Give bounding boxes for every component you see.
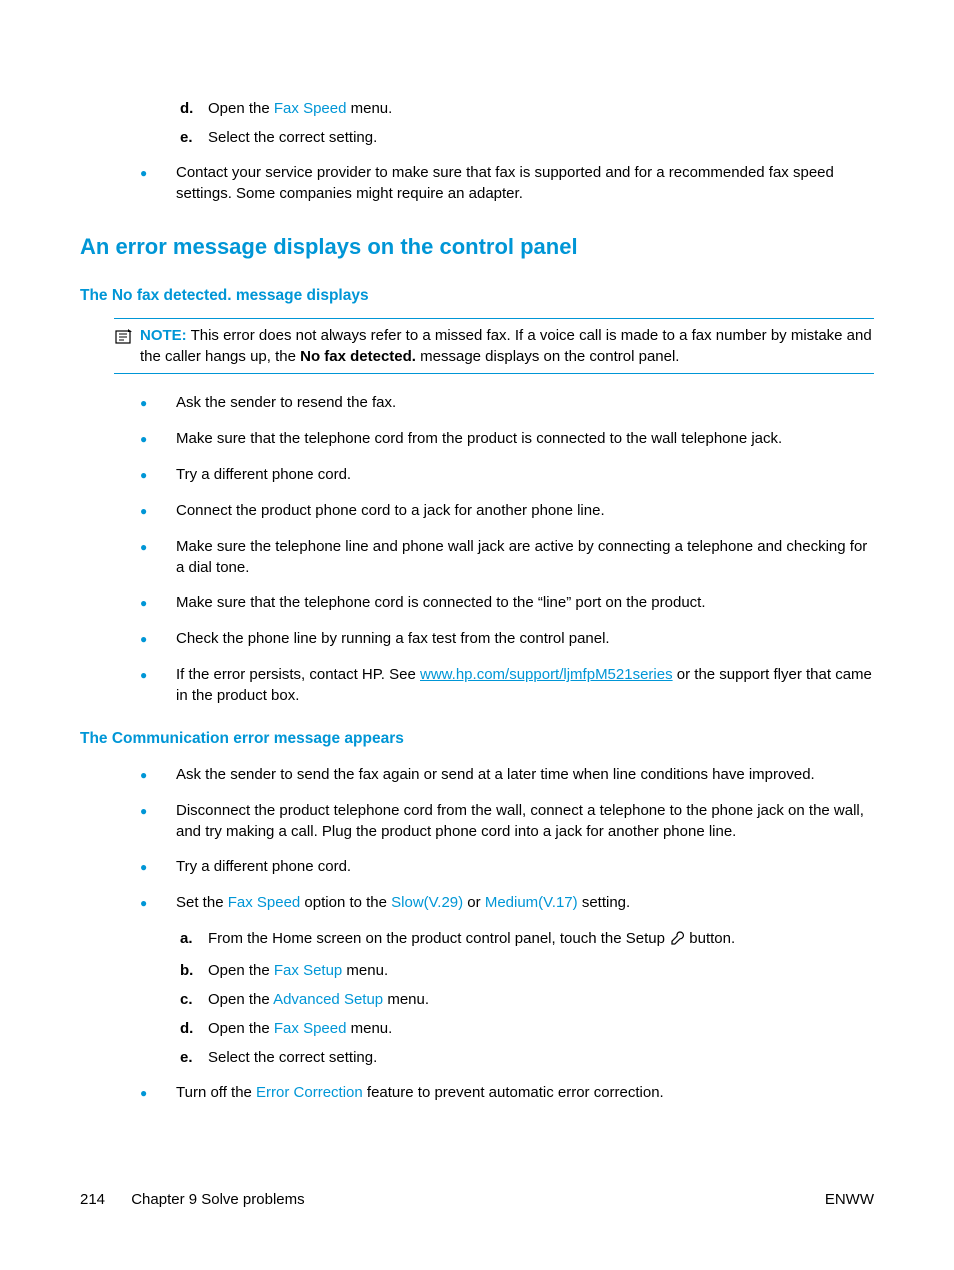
list-text: Contact your service provider to make su…	[176, 162, 874, 204]
bullet-icon: ●	[140, 536, 176, 578]
bullet-icon: ●	[140, 464, 176, 486]
step-marker: d.	[180, 1018, 208, 1039]
list-item: ●Make sure the telephone line and phone …	[140, 536, 874, 578]
bullet-icon: ●	[140, 856, 176, 878]
heading-no-fax-detected: The No fax detected. message displays	[80, 285, 874, 307]
ui-term-slow: Slow(V.29)	[391, 894, 463, 911]
sec1-bullets: ●Ask the sender to resend the fax. ●Make…	[140, 392, 874, 706]
note-box: NOTE: This error does not always refer t…	[114, 318, 874, 374]
bullet-icon: ●	[140, 392, 176, 414]
list-item: ●Try a different phone cord.	[140, 856, 874, 878]
step-b: b. Open the Fax Setup menu.	[180, 960, 874, 981]
step-e: e. Select the correct setting.	[180, 127, 874, 148]
ui-term-error-correction: Error Correction	[256, 1084, 363, 1101]
support-link[interactable]: www.hp.com/support/ljmfpM521series	[420, 666, 673, 683]
list-item: ●Make sure that the telephone cord from …	[140, 428, 874, 450]
heading-comm-error: The Communication error message appears	[80, 728, 874, 750]
bullet-icon: ●	[140, 628, 176, 650]
note-label: NOTE:	[140, 327, 187, 344]
list-item: ● Contact your service provider to make …	[140, 162, 874, 204]
ui-term-fax-speed: Fax Speed	[274, 100, 347, 117]
step-d: d. Open the Fax Speed menu.	[180, 98, 874, 119]
top-ordered-steps: d. Open the Fax Speed menu. e. Select th…	[180, 98, 874, 148]
sec2-ordered-steps: a. From the Home screen on the product c…	[180, 928, 874, 1068]
wrench-icon	[669, 930, 685, 952]
bullet-icon: ●	[140, 1082, 176, 1104]
step-marker: a.	[180, 928, 208, 952]
bullet-icon: ●	[140, 592, 176, 614]
page: d. Open the Fax Speed menu. e. Select th…	[0, 0, 954, 1270]
footer-left: 214 Chapter 9 Solve problems	[80, 1189, 305, 1210]
heading-error-message: An error message displays on the control…	[80, 232, 874, 263]
list-item: ● Turn off the Error Correction feature …	[140, 1082, 874, 1104]
step-d2: d. Open the Fax Speed menu.	[180, 1018, 874, 1039]
list-item: ●Make sure that the telephone cord is co…	[140, 592, 874, 614]
ui-term-advanced-setup: Advanced Setup	[273, 991, 383, 1008]
page-number: 214	[80, 1191, 105, 1208]
bullet-icon: ●	[140, 500, 176, 522]
step-text: Open the Advanced Setup menu.	[208, 989, 429, 1010]
sec2-bullets: ●Ask the sender to send the fax again or…	[140, 764, 874, 914]
list-text: Set the Fax Speed option to the Slow(V.2…	[176, 892, 874, 914]
ui-term-fax-setup: Fax Setup	[274, 962, 342, 979]
list-text: If the error persists, contact HP. See w…	[176, 664, 874, 706]
top-bullet-list: ● Contact your service provider to make …	[140, 162, 874, 204]
step-a: a. From the Home screen on the product c…	[180, 928, 874, 952]
chapter-label: Chapter 9 Solve problems	[131, 1191, 304, 1208]
list-item: ●Ask the sender to send the fax again or…	[140, 764, 874, 786]
list-item: ●Connect the product phone cord to a jac…	[140, 500, 874, 522]
step-text: Open the Fax Speed menu.	[208, 1018, 392, 1039]
note-bold: No fax detected.	[300, 348, 416, 365]
step-marker: c.	[180, 989, 208, 1010]
bullet-icon: ●	[140, 162, 176, 204]
step-marker: d.	[180, 98, 208, 119]
step-text: Select the correct setting.	[208, 127, 377, 148]
step-text: Open the Fax Setup menu.	[208, 960, 388, 981]
bullet-icon: ●	[140, 892, 176, 914]
step-marker: b.	[180, 960, 208, 981]
ui-term-medium: Medium(V.17)	[485, 894, 578, 911]
ui-term-fax-speed: Fax Speed	[228, 894, 301, 911]
note-body: NOTE: This error does not always refer t…	[140, 325, 874, 367]
step-marker: e.	[180, 1047, 208, 1068]
list-item: ● If the error persists, contact HP. See…	[140, 664, 874, 706]
note-icon	[114, 325, 140, 367]
list-item: ●Check the phone line by running a fax t…	[140, 628, 874, 650]
list-text: Turn off the Error Correction feature to…	[176, 1082, 874, 1104]
step-marker: e.	[180, 127, 208, 148]
list-item: ● Set the Fax Speed option to the Slow(V…	[140, 892, 874, 914]
step-text: From the Home screen on the product cont…	[208, 928, 735, 952]
bullet-icon: ●	[140, 664, 176, 706]
list-item: ●Ask the sender to resend the fax.	[140, 392, 874, 414]
step-c: c. Open the Advanced Setup menu.	[180, 989, 874, 1010]
step-e2: e. Select the correct setting.	[180, 1047, 874, 1068]
bullet-icon: ●	[140, 764, 176, 786]
page-footer: 214 Chapter 9 Solve problems ENWW	[80, 1189, 874, 1210]
bullet-icon: ●	[140, 800, 176, 842]
list-item: ●Disconnect the product telephone cord f…	[140, 800, 874, 842]
sec2-bullets-2: ● Turn off the Error Correction feature …	[140, 1082, 874, 1104]
step-text: Open the Fax Speed menu.	[208, 98, 392, 119]
step-text: Select the correct setting.	[208, 1047, 377, 1068]
ui-term-fax-speed: Fax Speed	[274, 1020, 347, 1037]
list-item: ●Try a different phone cord.	[140, 464, 874, 486]
footer-right: ENWW	[825, 1189, 874, 1210]
bullet-icon: ●	[140, 428, 176, 450]
